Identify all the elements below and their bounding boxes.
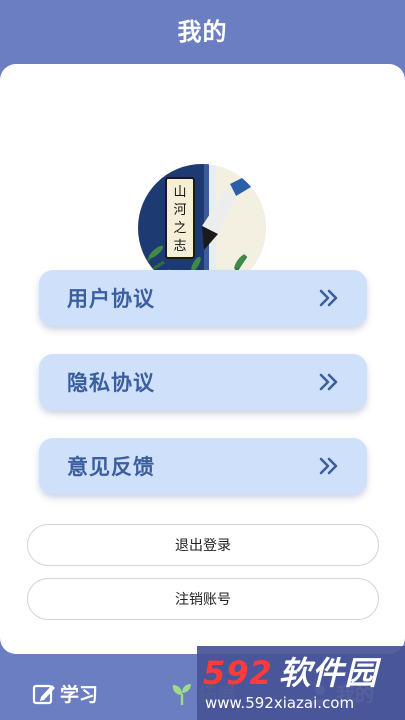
logout-button[interactable]: 退出登录 (27, 524, 379, 566)
menu-label: 用户协议 (67, 287, 155, 311)
tab-study[interactable]: 学习 (32, 680, 98, 707)
svg-text:河: 河 (173, 203, 186, 218)
tab-label: 学习 (60, 684, 99, 706)
profile-card: 山 河 之 志 用户协议 隐私协议 意见反馈 退出登录 注销账号 (0, 64, 405, 654)
site-watermark: 592 软件园 www.592xiazai.com (197, 646, 405, 720)
page-title: 我的 (177, 17, 228, 46)
svg-text:志: 志 (173, 239, 186, 254)
watermark-url: www.592xiazai.com (205, 694, 355, 712)
deactivate-account-button[interactable]: 注销账号 (27, 578, 379, 620)
menu-user-agreement[interactable]: 用户协议 (39, 270, 367, 326)
menu-feedback[interactable]: 意见反馈 (39, 438, 367, 494)
menu-label: 意见反馈 (67, 455, 155, 479)
svg-text:山: 山 (173, 185, 186, 200)
double-chevron-right-icon (319, 457, 338, 475)
double-chevron-right-icon (319, 373, 338, 391)
menu-privacy-policy[interactable]: 隐私协议 (39, 354, 367, 410)
menu-label: 隐私协议 (67, 371, 155, 395)
sprout-icon (172, 683, 191, 705)
svg-text:之: 之 (173, 221, 186, 236)
edit-icon (32, 684, 55, 704)
page-header: 我的 (0, 0, 405, 64)
watermark-number: 592 (203, 654, 273, 692)
double-chevron-right-icon (319, 289, 338, 307)
watermark-brand: 软件园 (278, 654, 378, 692)
